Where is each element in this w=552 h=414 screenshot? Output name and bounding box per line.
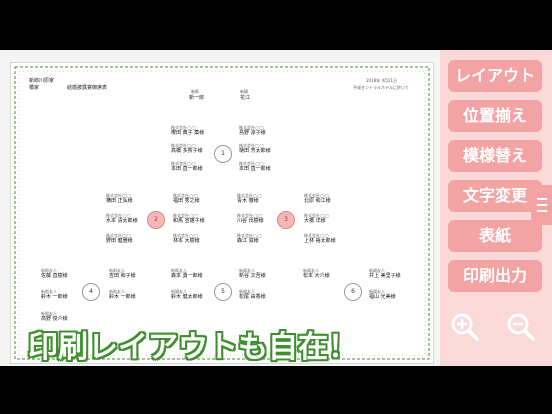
seat-name-card[interactable]: 新郎友人 高野 俊介様 [41, 311, 68, 322]
seat-name-card[interactable]: 株式会社◯◯ 川谷 伐樹様 [237, 213, 264, 224]
seat-name-card[interactable]: 新婦友人 松尾 由香様 [239, 289, 266, 300]
promo-caption: 印刷レイアウトも自在！ [28, 330, 358, 365]
seat-name-card[interactable]: 株式会社◯◯ 上林 裕太郎様 [304, 233, 336, 244]
top-black-bar [0, 0, 552, 50]
table-6-marker[interactable]: 6 [344, 283, 362, 301]
seat-name-card[interactable]: 新郎友人 鈴木 一郎様 [41, 289, 68, 300]
print-output-button[interactable]: 印刷出力 [448, 260, 542, 292]
cover-button[interactable]: 表紙 [448, 220, 542, 252]
seat-name-card[interactable]: 株式会社◯◯ 林本 大樹様 [173, 233, 200, 244]
seat-name-card[interactable]: 新婦友人 井上 美里子様 [369, 268, 401, 279]
table-3-marker[interactable]: 3 [277, 211, 295, 229]
seat-name-card[interactable]: 株式会社◯◯ 野田 健雅様 [106, 233, 133, 244]
seat-name-card[interactable]: 新婦友人 福山 光美様 [369, 289, 396, 300]
table-2-marker[interactable]: 2 [147, 211, 165, 229]
seat-name-card[interactable]: 新郎友人 森本 勇一郎様 [171, 268, 203, 279]
pattern-change-button[interactable]: 模様替え [448, 140, 542, 172]
menu-handle-icon[interactable] [531, 185, 552, 225]
vine-border [14, 66, 430, 360]
seat-name-card[interactable]: 新婦友人 鈴木 健太郎様 [171, 289, 203, 300]
groom-name: 新一郎 [189, 95, 205, 101]
seat-name-card[interactable]: 新婦友人 松本 大介様 [303, 268, 330, 279]
seat-name-card[interactable]: 新郎友人 吉田 和子様 [109, 268, 136, 279]
layout-button[interactable]: レイアウト [448, 60, 542, 92]
chart-title: 結婚披露宴御席表 [67, 85, 108, 91]
seat-name-card[interactable]: 株式会社◯◯ 本田 直一郎様 [239, 161, 271, 172]
seat-name-card[interactable]: 新郎友人 佐藤 直樹様 [41, 268, 68, 279]
seat-name-card[interactable]: 株式会社◯◯ 樋田 芳太郎様 [239, 143, 271, 154]
seat-name-card[interactable]: 株式会社◯◯ 水本 清太郎様 [106, 213, 138, 224]
seat-name-card[interactable]: 新郎友人 鈴木 一郎様 [109, 289, 136, 300]
seating-chart-paper: 新郎川原家 橋家 結婚披露宴御席表 2018年 4月21日 平成セントラルホテル… [10, 62, 434, 364]
seat-name-card[interactable]: 株式会社◯◯ 櫻田 典子 薬様 [171, 125, 204, 136]
bride-name: 花江 [240, 95, 251, 101]
seat-name-card[interactable]: 株式会社◯◯ 本田 直一郎様 [171, 161, 203, 172]
seat-name-card[interactable]: 株式会社◯◯ 大橋 洋様 [304, 213, 329, 224]
bottom-black-bar [0, 366, 552, 414]
zoom-out-icon[interactable] [506, 312, 536, 342]
table-1-marker[interactable]: 1 [214, 145, 232, 163]
bride-family: 橋家 [29, 85, 40, 91]
table-5-marker[interactable]: 5 [214, 283, 232, 301]
seat-name-card[interactable]: 株式会社◯◯ 高橋 多賀子様 [171, 143, 203, 154]
groom-family: 新郎川原家 [29, 78, 55, 84]
seat-name-card[interactable]: 株式会社◯◯ 島野 涼子様 [239, 125, 266, 136]
seat-name-card[interactable]: 株式会社◯◯ 青木 徹様 [237, 193, 262, 204]
table-4-marker[interactable]: 4 [82, 283, 100, 301]
bride-label: 新婦 [240, 89, 248, 94]
seat-name-card[interactable]: 株式会社◯◯ 森江 滋様 [237, 233, 262, 244]
seat-name-card[interactable]: 株式会社◯◯ 横田 正弘様 [106, 193, 133, 204]
text-change-button[interactable]: 文字変更 [448, 180, 542, 212]
event-venue: 平成セントラルホテルに於いて [353, 85, 409, 90]
seat-name-card[interactable]: 株式会社◯◯ 福田 秀之様 [173, 193, 200, 204]
seat-name-card[interactable]: 株式会社◯◯ 北原 和江様 [304, 193, 331, 204]
seat-name-card[interactable]: 新婦友人 新谷 文吾様 [239, 268, 266, 279]
zoom-in-icon[interactable] [450, 312, 480, 342]
groom-label: 新郎 [191, 89, 199, 94]
seat-name-card[interactable]: 株式会社◯◯ 和馬 宣雄子様 [173, 213, 205, 224]
align-button[interactable]: 位置揃え [448, 100, 542, 132]
event-date: 2018年 4月21日 [366, 78, 398, 83]
